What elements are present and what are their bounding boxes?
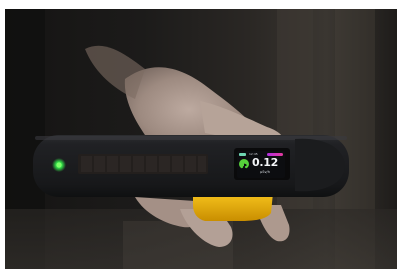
power-led	[56, 162, 62, 168]
yellow-clip	[193, 193, 273, 221]
battery-icon	[239, 152, 246, 156]
radiation-icon	[239, 159, 249, 171]
scene	[5, 9, 397, 269]
segment-display	[78, 154, 208, 174]
dose-rate-reading: 0.12	[252, 156, 278, 169]
dose-rate-unit: μSv/h	[260, 170, 270, 174]
photo	[5, 9, 397, 269]
device-screen: 12:45 0.12 μSv/h	[237, 151, 285, 178]
